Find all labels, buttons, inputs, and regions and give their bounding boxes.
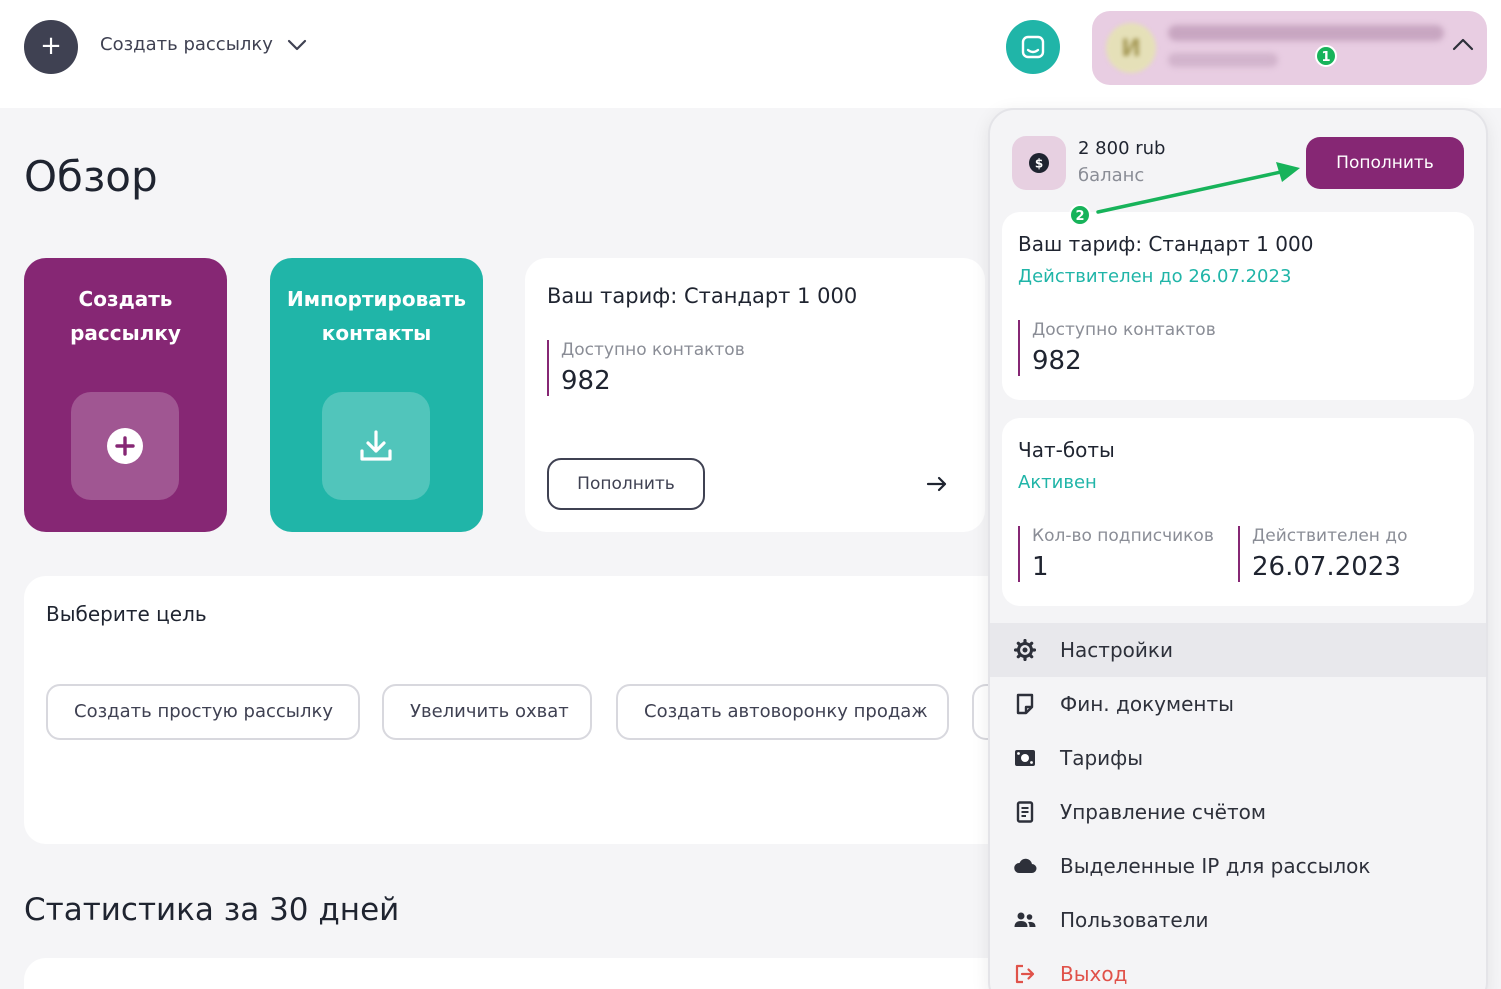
account-menu-toggle[interactable]: И 1 [1092,11,1487,85]
dropdown-tariff-valid: Действителен до 26.07.2023 [1018,266,1292,287]
import-card-label: Импортировать контакты [286,287,466,345]
goal-title: Выберите цель [46,602,207,626]
tariff-icon [1012,745,1038,771]
chatbots-title: Чат-боты [1018,438,1115,462]
logout-icon [1012,961,1038,987]
gear-icon [1012,637,1038,663]
menu-item-account-management[interactable]: Управление счётом [990,785,1486,839]
contacts-metric: Доступно контактов 982 [547,340,745,396]
import-card-icon-box [322,392,430,500]
users-icon [1012,907,1038,933]
menu-item-tariffs[interactable]: Тарифы [990,731,1486,785]
import-contacts-card[interactable]: Импортировать контакты [270,258,483,532]
contacts-label: Доступно контактов [561,340,745,360]
menu-label-fin-documents: Фин. документы [1060,692,1234,716]
account-dropdown: $ 2 800 rub баланс Пополнить Ваш тариф: … [988,108,1488,989]
tariff-title: Ваш тариф: Стандарт 1 000 [547,284,858,308]
tariff-card: Ваш тариф: Стандарт 1 000 Доступно конта… [525,258,985,532]
create-card-icon-box [71,392,179,500]
topup-button-outline[interactable]: Пополнить [547,458,705,510]
chatbots-status: Активен [1018,472,1097,493]
menu-label-tariffs: Тарифы [1060,746,1144,770]
menu-label-settings: Настройки [1060,638,1173,662]
account-id-blurred [1168,53,1278,67]
chatbots-valid-label: Действителен до [1252,526,1408,546]
chatbots-valid-value: 26.07.2023 [1252,552,1401,582]
menu-label-logout: Выход [1060,962,1128,986]
chatbots-valid-metric: Действителен до 26.07.2023 [1238,526,1407,582]
account-book-icon [1012,799,1038,825]
stats-title: Статистика за 30 дней [24,892,400,928]
goal-sales-funnel-button[interactable]: Создать автоворонку продаж [616,684,949,740]
annotation-arrow [1096,162,1300,214]
step-badge-1: 1 [1315,45,1337,67]
account-email-blurred [1168,25,1444,41]
step-badge-2: 2 [1069,204,1091,226]
menu-item-logout[interactable]: Выход [990,947,1486,989]
arrow-right-icon [926,476,947,492]
create-card-label: Создать рассылку [70,287,181,345]
plus-circle-icon [107,428,143,464]
cloud-icon [1012,853,1038,879]
contacts-value: 982 [561,366,611,396]
create-dropdown-label: Создать рассылку [100,34,273,55]
dropdown-contacts-metric: Доступно контактов 982 [1018,320,1216,376]
menu-item-dedicated-ip[interactable]: Выделенные IP для рассылок [990,839,1486,893]
menu-label-account-management: Управление счётом [1060,800,1266,824]
top-bar: + Создать рассылку И 1 [0,0,1501,108]
create-plus-button[interactable]: + [24,20,78,74]
create-campaign-card[interactable]: Создать рассылку [24,258,227,532]
tariff-details-arrow-button[interactable] [911,458,963,510]
plus-icon: + [40,31,62,61]
subscribers-label: Кол-во подписчиков [1032,526,1214,546]
subscribers-metric: Кол-во подписчиков 1 [1018,526,1214,582]
stats-card [24,958,1014,989]
goal-increase-reach-button[interactable]: Увеличить охват [382,684,592,740]
menu-label-users: Пользователи [1060,908,1209,932]
menu-label-dedicated-ip: Выделенные IP для рассылок [1060,854,1371,878]
dropdown-contacts-label: Доступно контактов [1032,320,1216,340]
dropdown-contacts-value: 982 [1032,346,1082,376]
goal-simple-campaign-button[interactable]: Создать простую рассылку [46,684,360,740]
menu-item-users[interactable]: Пользователи [990,893,1486,947]
chat-support-button[interactable] [1006,20,1060,74]
chevron-down-icon [287,39,307,50]
create-campaign-dropdown[interactable]: Создать рассылку [100,34,307,55]
goal-card: Выберите цель Создать простую рассылку У… [24,576,1014,844]
chat-icon [1021,35,1045,59]
menu-item-fin-documents[interactable]: Фин. документы [990,677,1486,731]
menu-item-settings[interactable]: Настройки [990,623,1486,677]
download-icon [360,430,392,461]
subscribers-value: 1 [1032,552,1049,582]
dropdown-chatbots-card: Чат-боты Активен Кол-во подписчиков 1 Де… [1002,418,1474,606]
document-icon [1012,691,1038,717]
avatar: И [1106,23,1156,73]
chevron-up-icon [1452,38,1474,51]
page-title: Обзор [24,152,158,201]
